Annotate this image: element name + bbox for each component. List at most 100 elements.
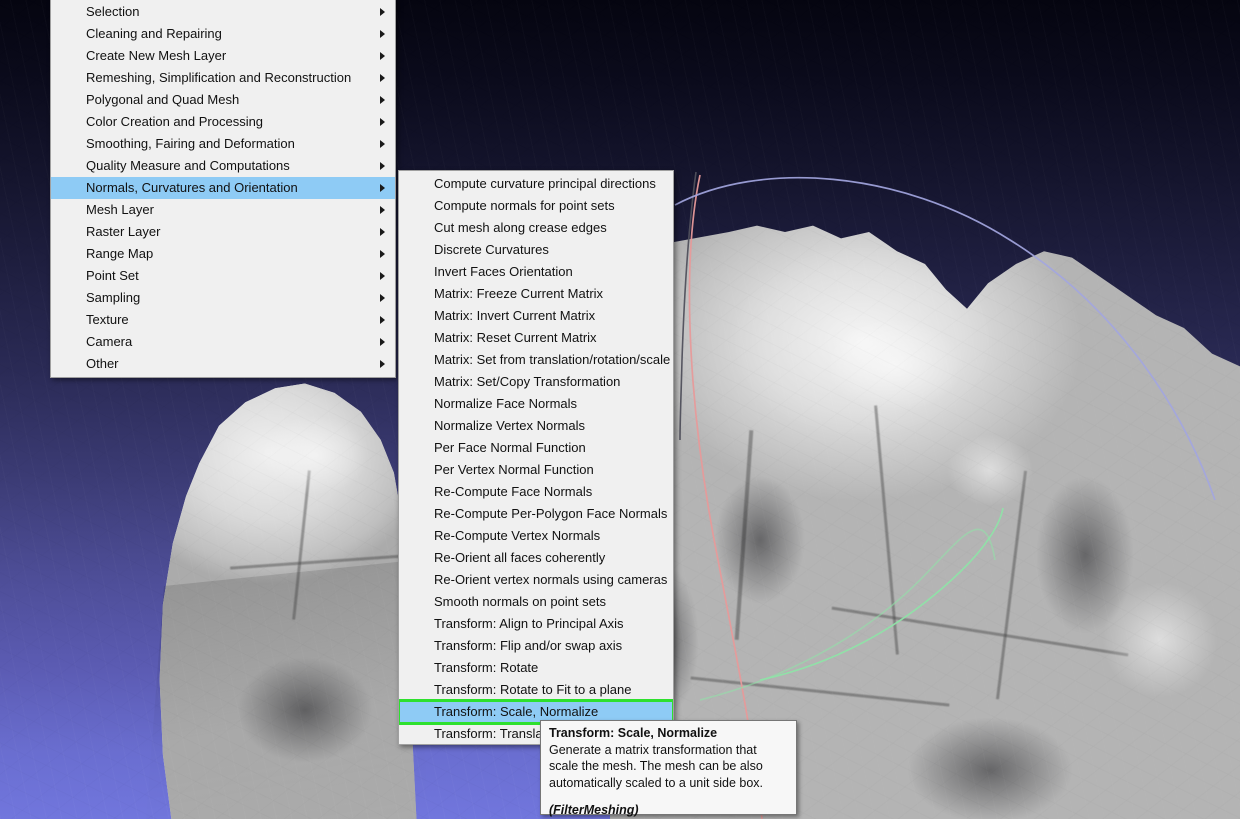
- submenu-item[interactable]: Transform: Flip and/or swap axis: [399, 635, 673, 657]
- filters-menu-item-label: Remeshing, Simplification and Reconstruc…: [86, 70, 351, 85]
- submenu-item[interactable]: Compute normals for point sets: [399, 195, 673, 217]
- submenu-item-label: Matrix: Reset Current Matrix: [434, 330, 597, 345]
- submenu-item[interactable]: Invert Faces Orientation: [399, 261, 673, 283]
- filters-menu-item-label: Other: [86, 356, 119, 371]
- filters-menu-item-label: Point Set: [86, 268, 139, 283]
- chevron-right-icon: [380, 294, 385, 302]
- filters-menu-item-label: Camera: [86, 334, 132, 349]
- submenu-item-label: Cut mesh along crease edges: [434, 220, 607, 235]
- submenu-item[interactable]: Normalize Face Normals: [399, 393, 673, 415]
- chevron-right-icon: [380, 8, 385, 16]
- filters-menu-item[interactable]: Smoothing, Fairing and Deformation: [51, 133, 395, 155]
- meshlab-window: SelectionCleaning and Repairing Create Ne…: [0, 0, 1240, 819]
- submenu-item[interactable]: Re-Orient all faces coherently: [399, 547, 673, 569]
- submenu-item[interactable]: Transform: Rotate: [399, 657, 673, 679]
- submenu-item[interactable]: Re-Compute Vertex Normals: [399, 525, 673, 547]
- submenu-item[interactable]: Per Face Normal Function: [399, 437, 673, 459]
- submenu-item-label: Smooth normals on point sets: [434, 594, 606, 609]
- filters-menu-item[interactable]: Color Creation and Processing: [51, 111, 395, 133]
- submenu-item-label: Compute curvature principal directions: [434, 176, 656, 191]
- filters-menu-item[interactable]: Cleaning and Repairing: [51, 23, 395, 45]
- submenu-item[interactable]: Transform: Align to Principal Axis: [399, 613, 673, 635]
- filters-root-menu[interactable]: SelectionCleaning and Repairing Create Ne…: [50, 0, 396, 378]
- submenu-item-label: Compute normals for point sets: [434, 198, 615, 213]
- submenu-item-label: Re-Compute Vertex Normals: [434, 528, 600, 543]
- filters-menu-item-label: Create New Mesh Layer: [86, 48, 226, 63]
- submenu-item[interactable]: Re-Compute Face Normals: [399, 481, 673, 503]
- submenu-item[interactable]: Compute curvature principal directions: [399, 173, 673, 195]
- submenu-item-label: Re-Compute Per-Polygon Face Normals: [434, 506, 667, 521]
- filters-menu-item-label: Texture: [86, 312, 129, 327]
- chevron-right-icon: [380, 96, 385, 104]
- filters-menu-item[interactable]: Remeshing, Simplification and Reconstruc…: [51, 67, 395, 89]
- filters-menu-item[interactable]: Polygonal and Quad Mesh: [51, 89, 395, 111]
- filters-menu-item-label: Mesh Layer: [86, 202, 154, 217]
- tooltip-description: Generate a matrix transformation that sc…: [549, 742, 789, 792]
- submenu-item[interactable]: Transform: Rotate to Fit to a plane: [399, 679, 673, 701]
- submenu-item-label: Matrix: Freeze Current Matrix: [434, 286, 603, 301]
- tooltip-title: Transform: Scale, Normalize: [549, 725, 789, 742]
- submenu-item[interactable]: Matrix: Invert Current Matrix: [399, 305, 673, 327]
- submenu-item[interactable]: Matrix: Set from translation/rotation/sc…: [399, 349, 673, 371]
- chevron-right-icon: [380, 74, 385, 82]
- submenu-item[interactable]: Per Vertex Normal Function: [399, 459, 673, 481]
- chevron-right-icon: [380, 228, 385, 236]
- submenu-item-label: Discrete Curvatures: [434, 242, 549, 257]
- filters-menu-item[interactable]: Other: [51, 353, 395, 375]
- filters-menu-item-label: Normals, Curvatures and Orientation: [86, 180, 298, 195]
- submenu-item-label: Per Face Normal Function: [434, 440, 586, 455]
- chevron-right-icon: [380, 184, 385, 192]
- filters-menu-item[interactable]: Mesh Layer: [51, 199, 395, 221]
- submenu-item-label: Re-Orient all faces coherently: [434, 550, 605, 565]
- filters-menu-item[interactable]: Selection: [51, 1, 395, 23]
- submenu-item-label: Matrix: Invert Current Matrix: [434, 308, 595, 323]
- normals-curvatures-submenu[interactable]: Compute curvature principal directions Co…: [398, 170, 674, 745]
- filters-menu-item-label: Raster Layer: [86, 224, 160, 239]
- filters-menu-item-label: Quality Measure and Computations: [86, 158, 290, 173]
- submenu-item-label: Transform: Translate,: [434, 726, 557, 741]
- filters-menu-item-label: Polygonal and Quad Mesh: [86, 92, 239, 107]
- submenu-item-label: Transform: Rotate to Fit to a plane: [434, 682, 632, 697]
- filters-menu-item-label: Smoothing, Fairing and Deformation: [86, 136, 295, 151]
- mesh-left-shading: [140, 560, 440, 819]
- chevron-right-icon: [380, 140, 385, 148]
- filters-menu-item[interactable]: Texture: [51, 309, 395, 331]
- submenu-item-label: Transform: Flip and/or swap axis: [434, 638, 622, 653]
- chevron-right-icon: [380, 316, 385, 324]
- chevron-right-icon: [380, 206, 385, 214]
- chevron-right-icon: [380, 338, 385, 346]
- filters-menu-item[interactable]: Point Set: [51, 265, 395, 287]
- submenu-item-label: Re-Orient vertex normals using cameras: [434, 572, 667, 587]
- submenu-item[interactable]: Matrix: Reset Current Matrix: [399, 327, 673, 349]
- submenu-item[interactable]: Matrix: Set/Copy Transformation: [399, 371, 673, 393]
- submenu-item[interactable]: Matrix: Freeze Current Matrix: [399, 283, 673, 305]
- submenu-item-label: Matrix: Set from translation/rotation/sc…: [434, 352, 670, 367]
- submenu-item-label: Invert Faces Orientation: [434, 264, 573, 279]
- submenu-item[interactable]: Normalize Vertex Normals: [399, 415, 673, 437]
- filters-menu-item-label: Color Creation and Processing: [86, 114, 263, 129]
- filters-menu-item[interactable]: Create New Mesh Layer: [51, 45, 395, 67]
- chevron-right-icon: [380, 250, 385, 258]
- filters-menu-item[interactable]: Normals, Curvatures and Orientation: [51, 177, 395, 199]
- chevron-right-icon: [380, 272, 385, 280]
- chevron-right-icon: [380, 52, 385, 60]
- submenu-item-label: Matrix: Set/Copy Transformation: [434, 374, 620, 389]
- submenu-item-label: Transform: Align to Principal Axis: [434, 616, 624, 631]
- filters-menu-item[interactable]: Raster Layer: [51, 221, 395, 243]
- submenu-item-label: Normalize Face Normals: [434, 396, 577, 411]
- submenu-item-label: Re-Compute Face Normals: [434, 484, 592, 499]
- submenu-item[interactable]: Smooth normals on point sets: [399, 591, 673, 613]
- filters-menu-item[interactable]: Quality Measure and Computations: [51, 155, 395, 177]
- submenu-item-label: Transform: Rotate: [434, 660, 538, 675]
- submenu-item[interactable]: Re-Compute Per-Polygon Face Normals: [399, 503, 673, 525]
- chevron-right-icon: [380, 30, 385, 38]
- submenu-item[interactable]: Discrete Curvatures: [399, 239, 673, 261]
- submenu-item[interactable]: Cut mesh along crease edges: [399, 217, 673, 239]
- submenu-item[interactable]: Re-Orient vertex normals using cameras: [399, 569, 673, 591]
- filters-menu-item[interactable]: Camera: [51, 331, 395, 353]
- tooltip-module: (FilterMeshing): [549, 802, 789, 819]
- filters-menu-item[interactable]: Range Map: [51, 243, 395, 265]
- chevron-right-icon: [380, 162, 385, 170]
- filters-menu-item[interactable]: Sampling: [51, 287, 395, 309]
- filter-tooltip: Transform: Scale, Normalize Generate a m…: [540, 720, 797, 815]
